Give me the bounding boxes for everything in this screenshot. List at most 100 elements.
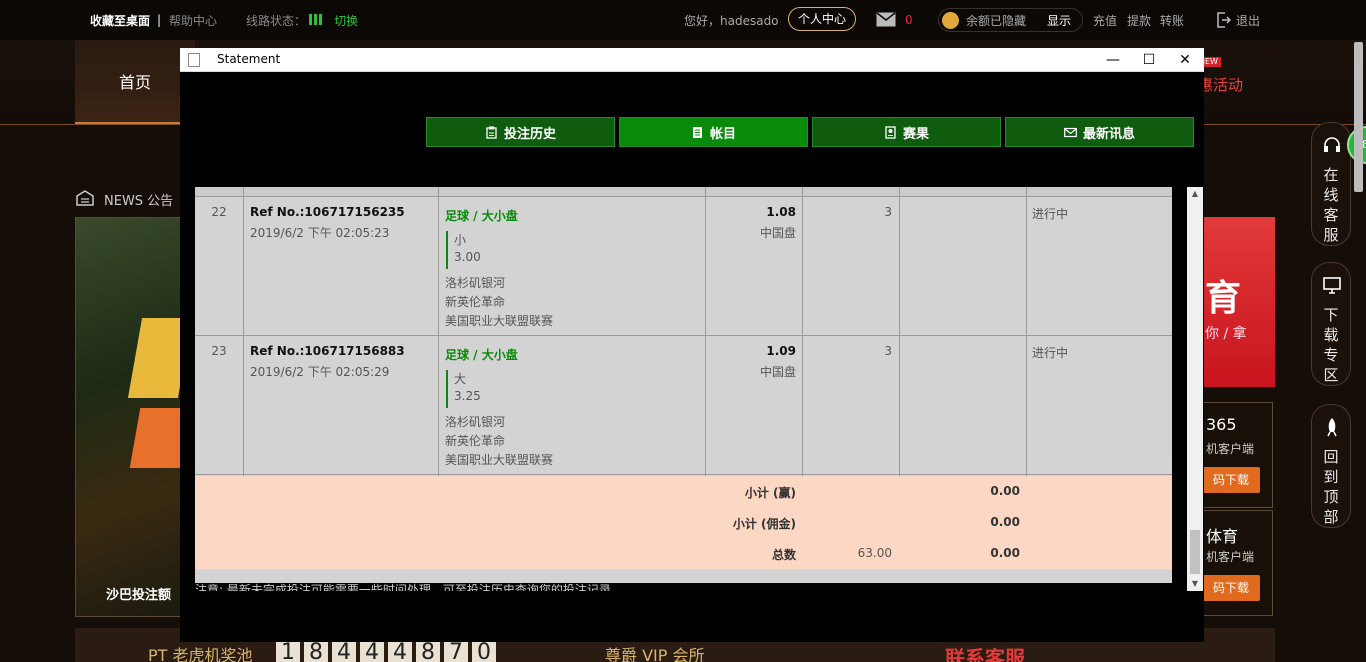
nav-promotions[interactable]: 惠活动 bbox=[1198, 74, 1243, 95]
vip-label: 尊爵 VIP 会所 bbox=[605, 646, 705, 662]
total-label: 总数 bbox=[771, 548, 796, 562]
nav-home[interactable]: 首页 bbox=[75, 40, 195, 124]
download-zone-button[interactable]: 下载专区 bbox=[1311, 262, 1351, 386]
tab-label: 帐目 bbox=[709, 126, 736, 142]
odds-type: 中国盘 bbox=[759, 365, 796, 379]
tab-label: 赛果 bbox=[902, 126, 929, 142]
subtotal-commission-value: 0.00 bbox=[990, 515, 1020, 529]
subtotal-win-label: 小计 (赢) bbox=[744, 486, 796, 500]
withdraw-link[interactable]: 提款 bbox=[1127, 12, 1151, 29]
column-divider bbox=[802, 187, 803, 476]
bet-line: 3.25 bbox=[454, 389, 481, 403]
minimize-button[interactable]: — bbox=[1095, 48, 1131, 72]
column-divider bbox=[1026, 187, 1027, 476]
ref-number: Ref No.:106717156235 bbox=[250, 205, 405, 219]
bet-type: 足球 / 大小盘 bbox=[445, 209, 518, 223]
rocket-icon bbox=[1327, 418, 1337, 437]
document-icon bbox=[188, 53, 200, 67]
tab-label: 投注历史 bbox=[503, 126, 556, 142]
app-download-box: 体育 机客户端 码下载 bbox=[1202, 510, 1273, 616]
tab-latest-news[interactable]: 最新讯息 bbox=[1005, 117, 1194, 147]
ref-number: Ref No.:106717156883 bbox=[250, 344, 405, 358]
help-link[interactable]: 帮助中心 bbox=[169, 12, 217, 29]
column-divider bbox=[243, 187, 244, 476]
banner-caption: 沙巴投注额 bbox=[106, 588, 172, 603]
tab-statement[interactable]: 帐目 bbox=[619, 117, 808, 147]
right-promo-banner[interactable]: 育 你 / 拿 bbox=[1203, 217, 1275, 387]
home-team: 洛杉矶银河 bbox=[445, 415, 506, 429]
app-subtitle: 机客户端 bbox=[1206, 442, 1255, 456]
odds-type: 中国盘 bbox=[759, 226, 796, 240]
mail-count: 0 bbox=[905, 13, 913, 27]
statement-tabs: 投注历史 帐目 赛果 最新讯息 bbox=[426, 117, 1194, 147]
right-promo-title: 育 bbox=[1205, 278, 1242, 319]
qr-download-button[interactable]: 码下载 bbox=[1202, 467, 1260, 493]
mail-icon[interactable] bbox=[876, 12, 896, 27]
window-title: Statement bbox=[217, 52, 281, 66]
show-balance-button[interactable]: 显示 bbox=[1047, 12, 1071, 29]
total-value: 0.00 bbox=[990, 546, 1020, 560]
bet-time: 2019/6/2 下午 02:05:23 bbox=[250, 226, 390, 240]
table-scrollbar[interactable]: ▲ ▼ bbox=[1187, 187, 1203, 591]
online-service-label: 在线客服 bbox=[1323, 166, 1339, 244]
subtotal-commission-label: 小计 (佣金) bbox=[732, 517, 796, 531]
online-service-button[interactable]: 在线客服 bbox=[1311, 122, 1351, 246]
news-icon bbox=[76, 190, 94, 206]
back-to-top-label: 回到顶部 bbox=[1323, 448, 1339, 526]
stake-value: 3 bbox=[884, 344, 892, 358]
scroll-down-arrow[interactable]: ▼ bbox=[1187, 577, 1203, 591]
monitor-icon bbox=[1323, 277, 1341, 294]
tab-results[interactable]: 赛果 bbox=[812, 117, 1001, 147]
transfer-link[interactable]: 转账 bbox=[1160, 12, 1184, 29]
row-number: 23 bbox=[211, 344, 227, 358]
headset-icon bbox=[1324, 137, 1340, 152]
recharge-link[interactable]: 充值 bbox=[1093, 12, 1117, 29]
tab-bet-history[interactable]: 投注历史 bbox=[426, 117, 615, 147]
separator: | bbox=[157, 13, 162, 27]
bet-type: 足球 / 大小盘 bbox=[445, 348, 518, 362]
column-divider bbox=[705, 187, 706, 476]
favorite-link[interactable]: 收藏至桌面 bbox=[90, 12, 150, 29]
window-titlebar[interactable]: Statement — ☐ ✕ bbox=[180, 48, 1204, 72]
logout-icon[interactable] bbox=[1217, 12, 1231, 28]
app-title: 365 bbox=[1206, 415, 1237, 434]
close-button[interactable]: ✕ bbox=[1167, 48, 1203, 72]
clipboard-icon bbox=[486, 126, 497, 139]
away-team: 新英伦革命 bbox=[445, 434, 506, 448]
news-label: NEWS 公告 bbox=[104, 194, 174, 209]
qr-download-button[interactable]: 码下载 bbox=[1202, 575, 1260, 601]
league-name: 美国职业大联盟联赛 bbox=[445, 453, 554, 467]
total-stake: 63.00 bbox=[857, 546, 892, 560]
back-to-top-button[interactable]: 回到顶部 bbox=[1311, 404, 1351, 528]
scroll-thumb[interactable] bbox=[1190, 530, 1200, 574]
bet-pick: 小 bbox=[454, 233, 467, 247]
app-subtitle: 机客户端 bbox=[1206, 550, 1255, 564]
bet-status: 进行中 bbox=[1032, 346, 1069, 360]
logout-link[interactable]: 退出 bbox=[1236, 12, 1260, 29]
bet-line: 3.00 bbox=[454, 250, 481, 264]
stake-value: 3 bbox=[884, 205, 892, 219]
pick-marker bbox=[446, 370, 448, 408]
maximize-button[interactable]: ☐ bbox=[1131, 48, 1167, 72]
footnote: 注意: 最新未完成投注可能需要一些时间处理，可至投注历史查询您的投注记录 bbox=[195, 583, 1172, 591]
greeting-text: 您好，hadesado bbox=[684, 13, 779, 28]
pick-marker bbox=[446, 231, 448, 269]
odds-value: 1.09 bbox=[766, 344, 796, 358]
switch-line-link[interactable]: 切换 bbox=[334, 12, 358, 29]
statement-table[interactable]: 22 Ref No.:106717156235 2019/6/2 下午 02:0… bbox=[195, 187, 1172, 591]
user-center-button[interactable]: 个人中心 bbox=[788, 7, 857, 31]
bet-time: 2019/6/2 下午 02:05:29 bbox=[250, 365, 390, 379]
tab-label: 最新讯息 bbox=[1082, 126, 1135, 142]
subtotal-win-value: 0.00 bbox=[990, 484, 1020, 498]
page-scrollbar[interactable] bbox=[1354, 42, 1363, 192]
bet-pick: 大 bbox=[454, 372, 467, 386]
ledger-icon bbox=[692, 126, 702, 138]
odds-value: 1.08 bbox=[766, 205, 796, 219]
scroll-up-arrow[interactable]: ▲ bbox=[1187, 187, 1203, 201]
bet-status: 进行中 bbox=[1032, 207, 1069, 221]
line-status-label: 线路状态： bbox=[246, 13, 307, 28]
results-icon bbox=[885, 125, 896, 139]
league-name: 美国职业大联盟联赛 bbox=[445, 314, 554, 328]
signal-icon bbox=[309, 14, 322, 25]
row-number: 22 bbox=[211, 205, 227, 219]
